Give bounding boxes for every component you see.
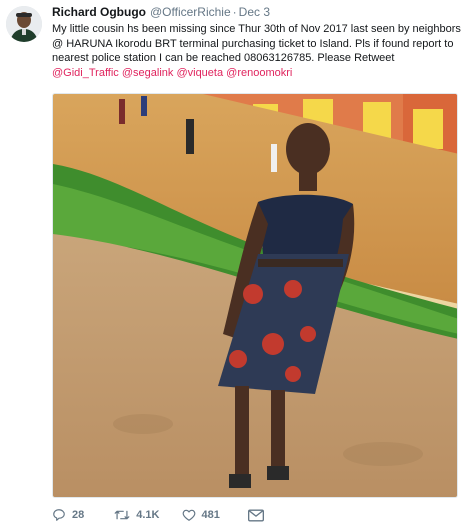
tweet-date[interactable]: Dec 3 [239,5,270,19]
mention-link[interactable]: @segalink [122,67,174,79]
retweet-count: 4.1K [136,509,160,521]
mention-link[interactable]: @renoomokri [226,67,292,79]
envelope-icon [247,509,264,521]
like-button[interactable]: 481 [182,508,220,522]
retweet-icon [114,510,130,520]
tweet-text: My little cousin hs been missing since T… [52,22,462,80]
reply-button[interactable]: 28 [52,508,84,522]
reply-count: 28 [72,509,85,521]
mention-link[interactable]: @viqueta [176,67,223,79]
reply-icon [53,509,65,521]
direct-message-button[interactable] [247,509,270,522]
author-name[interactable]: Richard Ogbugo [52,5,146,19]
retweet-button[interactable]: 4.1K [114,508,160,522]
tweet-header: Richard Ogbugo @OfficerRichie · Dec 3 [52,5,270,19]
tweet: Richard Ogbugo @OfficerRichie · Dec 3 My li… [0,0,469,531]
separator: · [232,5,237,19]
author-handle[interactable]: @OfficerRichie [150,5,231,19]
avatar[interactable] [6,6,42,42]
mention-link[interactable]: @Gidi_Traffic [52,67,119,79]
tweet-photo[interactable] [52,93,458,498]
photo-image [53,94,457,497]
like-count: 481 [201,509,220,521]
heart-icon [182,509,195,521]
tweet-body: My little cousin hs been missing since T… [52,23,461,64]
tweet-actions: 28 4.1K 481 [52,505,296,525]
